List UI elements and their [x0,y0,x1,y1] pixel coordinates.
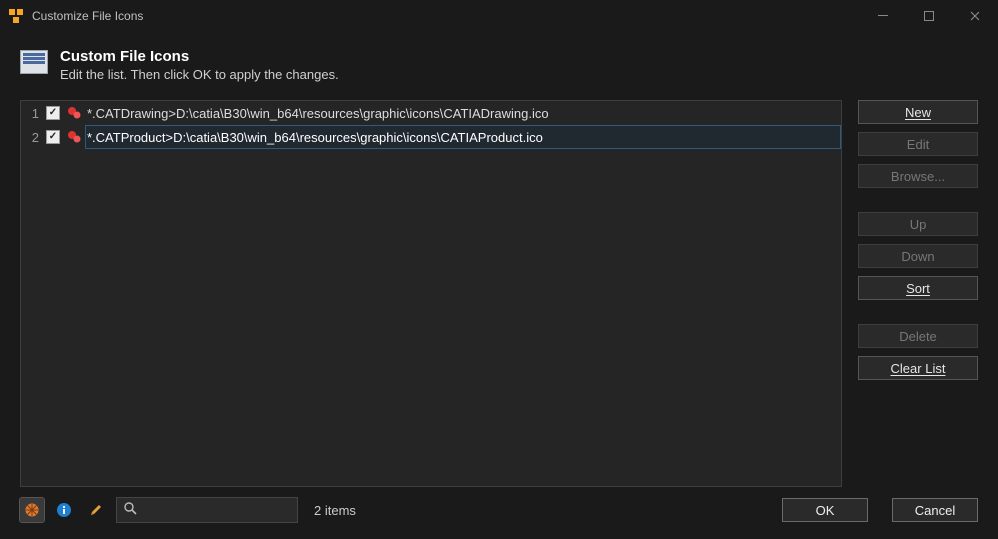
edit-icon[interactable] [84,498,108,522]
side-button-panel: New Edit Browse... Up Down Sort Delete C… [858,100,978,487]
maximize-button[interactable] [906,0,952,32]
file-type-icon [63,129,85,145]
sort-button[interactable]: Sort [858,276,978,300]
row-number: 2 [21,130,43,145]
page-subtitle: Edit the list. Then click OK to apply th… [60,67,339,82]
close-button[interactable] [952,0,998,32]
filter-icon[interactable] [20,498,44,522]
cancel-button[interactable]: Cancel [892,498,978,522]
edit-button[interactable]: Edit [858,132,978,156]
row-checkbox[interactable]: ✓ [43,106,63,120]
up-button[interactable]: Up [858,212,978,236]
bottom-bar: 2 items OK Cancel [0,491,998,539]
app-icon [8,8,24,24]
down-button[interactable]: Down [858,244,978,268]
row-text[interactable]: *.CATProduct>D:\catia\B30\win_b64\resour… [85,125,841,149]
file-icon-list[interactable]: 1 ✓ *.CATDrawing>D:\catia\B30\win_b64\re… [20,100,842,487]
clear-list-button[interactable]: Clear List [858,356,978,380]
new-button[interactable]: New [858,100,978,124]
browse-button[interactable]: Browse... [858,164,978,188]
info-icon[interactable] [52,498,76,522]
list-row[interactable]: 2 ✓ *.CATProduct>D:\catia\B30\win_b64\re… [21,125,841,149]
file-type-icon [63,105,85,121]
window-title: Customize File Icons [32,9,143,23]
delete-button[interactable]: Delete [858,324,978,348]
list-row[interactable]: 1 ✓ *.CATDrawing>D:\catia\B30\win_b64\re… [21,101,841,125]
item-count: 2 items [314,503,356,518]
titlebar: Customize File Icons [0,0,998,32]
ok-button[interactable]: OK [782,498,868,522]
header-banner: Custom File Icons Edit the list. Then cl… [0,32,998,92]
search-icon [123,501,137,520]
row-text[interactable]: *.CATDrawing>D:\catia\B30\win_b64\resour… [85,101,841,125]
search-box[interactable] [116,497,298,523]
row-checkbox[interactable]: ✓ [43,130,63,144]
list-icon [20,50,48,74]
page-title: Custom File Icons [60,48,339,65]
row-number: 1 [21,106,43,121]
minimize-button[interactable] [860,0,906,32]
search-input[interactable] [143,503,319,518]
